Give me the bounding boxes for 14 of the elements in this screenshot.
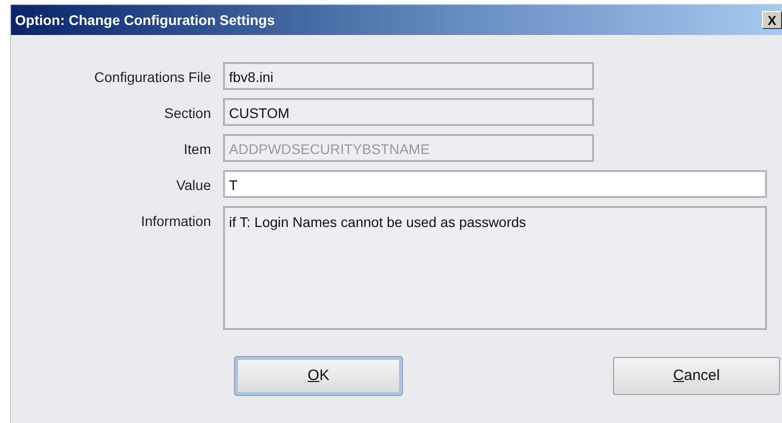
field-label: Information: [140, 212, 212, 231]
input-field[interactable]: T: [223, 170, 767, 198]
close-button[interactable]: X: [762, 11, 782, 29]
readonly-field: ADDPWDSECURITYBSTNAME: [223, 134, 594, 162]
field-label: Item: [182, 140, 212, 159]
information-box: if T: Login Names cannot be used as passwords: [223, 206, 767, 330]
window-title: Option: Change Configuration Settings: [15, 10, 275, 30]
field-label: Value: [175, 176, 212, 195]
dialog-button[interactable]: Cancel: [613, 357, 780, 395]
readonly-field: CUSTOM: [223, 98, 594, 126]
dialog-button[interactable]: OK: [235, 357, 402, 395]
field-label: Section: [163, 104, 212, 123]
field-label: Configurations File: [93, 68, 212, 87]
readonly-field: fbv8.ini: [223, 62, 594, 90]
